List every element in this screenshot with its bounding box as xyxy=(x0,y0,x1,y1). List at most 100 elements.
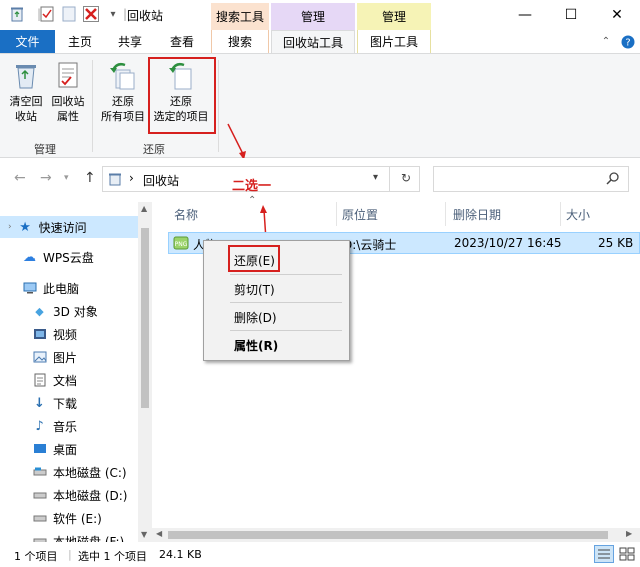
scroll-left-icon[interactable]: ◀ xyxy=(156,529,162,538)
up-arrow-icon[interactable]: ↑ xyxy=(84,170,96,186)
nav-item-this-pc[interactable]: 此电脑 xyxy=(22,277,79,299)
restore-group-label: 还原 xyxy=(143,143,165,156)
maximize-button[interactable]: ☐ xyxy=(548,0,594,30)
column-divider[interactable] xyxy=(560,202,561,226)
nav-item-music[interactable]: ♪ 音乐 xyxy=(32,415,77,437)
close-button[interactable]: ✕ xyxy=(594,0,640,30)
properties-quick-icon[interactable] xyxy=(38,5,56,23)
tab-home[interactable]: 主页 xyxy=(58,30,102,53)
recent-locations-icon[interactable]: ▾ xyxy=(64,173,69,183)
nav-item-drive-e[interactable]: 软件 (E:) xyxy=(32,507,102,529)
new-folder-quick-icon[interactable] xyxy=(60,5,78,23)
column-header-date-deleted[interactable]: 删除日期 xyxy=(453,206,501,223)
restore-all-label-1: 还原 xyxy=(112,95,134,108)
nav-item-drive-c[interactable]: 本地磁盘 (C:) xyxy=(32,461,127,483)
drive-icon xyxy=(32,488,47,502)
forward-arrow-icon[interactable]: → xyxy=(40,170,52,186)
nav-item-videos[interactable]: 视频 xyxy=(32,323,77,345)
status-divider: | xyxy=(68,548,72,561)
scrollbar-thumb[interactable] xyxy=(168,531,608,539)
restore-all-label-2: 所有项目 xyxy=(101,110,145,123)
empty-recycle-bin-button[interactable]: 清空回 收站 xyxy=(4,60,48,124)
status-item-count: 1 个项目 xyxy=(14,550,58,563)
back-arrow-icon[interactable]: ← xyxy=(14,170,26,186)
ribbon-tabs: 文件 主页 共享 查看 搜索 回收站工具 图片工具 ⌃ ? xyxy=(0,30,640,54)
address-dropdown-icon[interactable]: ▾ xyxy=(373,172,378,183)
nav-label: 音乐 xyxy=(53,419,78,434)
tab-share[interactable]: 共享 xyxy=(108,30,152,53)
scroll-up-icon[interactable]: ▲ xyxy=(141,204,147,213)
nav-item-desktop[interactable]: 桌面 xyxy=(32,438,77,460)
collapse-ribbon-icon[interactable]: ⌃ xyxy=(598,30,614,53)
scroll-down-icon[interactable]: ▼ xyxy=(141,530,147,539)
file-list-hscrollbar[interactable]: ◀ ▶ xyxy=(152,528,640,542)
minimize-button[interactable]: — xyxy=(502,0,548,30)
nav-label: WPS云盘 xyxy=(43,250,94,265)
column-header-original-location[interactable]: 原位置 xyxy=(342,206,378,223)
nav-item-pictures[interactable]: 图片 xyxy=(32,346,77,368)
menu-separator xyxy=(230,302,342,303)
menu-item-properties[interactable]: 属性(R) xyxy=(234,337,278,354)
documents-icon xyxy=(32,373,47,387)
column-header-size[interactable]: 大小 xyxy=(566,206,590,223)
refresh-icon[interactable]: ↻ xyxy=(401,171,411,185)
column-divider[interactable] xyxy=(445,202,446,226)
title-bar: | ▾ | 回收站 搜索工具 管理 管理 — ☐ ✕ xyxy=(0,0,640,30)
svg-text:PNG: PNG xyxy=(175,241,188,248)
status-selected: 选中 1 个项目 xyxy=(78,550,147,563)
delete-quick-icon[interactable] xyxy=(82,5,100,23)
details-view-icon[interactable] xyxy=(594,545,614,563)
context-menu: 还原(E) 剪切(T) 删除(D) 属性(R) xyxy=(203,240,350,361)
nav-item-drive-d[interactable]: 本地磁盘 (D:) xyxy=(32,484,127,506)
nav-item-downloads[interactable]: ↓ 下载 xyxy=(32,392,77,414)
manage-picture-header: 管理 xyxy=(357,3,431,30)
status-bar: 1 个项目 | 选中 1 个项目 24.1 KB xyxy=(0,542,640,567)
nav-pane-scrollbar[interactable]: ▲ ▼ xyxy=(138,202,152,542)
empty-recycle-bin-label-1: 清空回 xyxy=(9,95,43,108)
address-toolbar: ← → ▾ ↑ › 回收站 ▾ ↻ 二选一 xyxy=(0,158,640,202)
cloud-icon: ☁ xyxy=(23,249,36,265)
nav-label: 本地磁盘 (C:) xyxy=(53,465,127,480)
nav-item-quick-access[interactable]: › ★ 快速访问 xyxy=(0,216,138,238)
restore-all-button[interactable]: 还原 所有项目 xyxy=(96,60,150,124)
scrollbar-thumb[interactable] xyxy=(141,228,149,408)
recycle-bin-properties-button[interactable]: 回收站 属性 xyxy=(48,60,88,124)
nav-label: 3D 对象 xyxy=(53,304,98,319)
large-icons-view-icon[interactable] xyxy=(618,546,636,562)
tab-file[interactable]: 文件 xyxy=(0,30,55,53)
chevron-right-icon[interactable]: › xyxy=(8,222,12,232)
address-divider xyxy=(389,167,390,191)
breadcrumb-recycle-bin[interactable]: 回收站 xyxy=(143,172,179,189)
status-size: 24.1 KB xyxy=(159,548,202,561)
nav-item-3d-objects[interactable]: ◆ 3D 对象 xyxy=(32,300,98,322)
tab-recycle-bin-tools[interactable]: 回收站工具 xyxy=(271,30,355,54)
restore-menu-highlight xyxy=(228,245,280,272)
tab-search[interactable]: 搜索 xyxy=(211,30,269,53)
nav-item-documents[interactable]: 文档 xyxy=(32,369,77,391)
png-file-icon: PNG xyxy=(173,236,189,250)
recycle-bin-properties-label-1: 回收站 xyxy=(51,95,85,108)
recycle-bin-properties-icon xyxy=(52,60,84,92)
nav-item-wps-cloud[interactable]: ☁ WPS云盘 xyxy=(22,246,94,268)
file-explorer-window: | ▾ | 回收站 搜索工具 管理 管理 — ☐ ✕ 文件 主页 共享 查看 搜… xyxy=(0,0,640,567)
tab-view[interactable]: 查看 xyxy=(160,30,204,53)
empty-recycle-bin-label-2: 收站 xyxy=(15,110,37,123)
column-header-name[interactable]: 名称 xyxy=(174,206,198,223)
sort-indicator-icon: ⌃ xyxy=(248,195,257,206)
menu-item-cut[interactable]: 剪切(T) xyxy=(234,281,275,298)
restore-selected-highlight xyxy=(148,57,216,134)
pictures-icon xyxy=(32,350,47,364)
nav-label: 此电脑 xyxy=(43,281,80,296)
menu-item-delete[interactable]: 删除(D) xyxy=(234,309,277,326)
music-icon: ♪ xyxy=(35,418,44,434)
help-icon[interactable]: ? xyxy=(620,30,636,53)
file-date-deleted: 2023/10/27 16:45 xyxy=(454,236,562,250)
scroll-right-icon[interactable]: ▶ xyxy=(626,529,632,538)
menu-separator xyxy=(230,330,342,331)
nav-item-drive-f[interactable]: 本地磁盘 (F:) xyxy=(32,530,124,542)
tab-picture-tools[interactable]: 图片工具 xyxy=(357,30,431,53)
window-title: 回收站 xyxy=(127,9,164,23)
column-divider[interactable] xyxy=(336,202,337,226)
file-size: 25 KB xyxy=(598,236,634,250)
search-input[interactable] xyxy=(433,166,629,192)
